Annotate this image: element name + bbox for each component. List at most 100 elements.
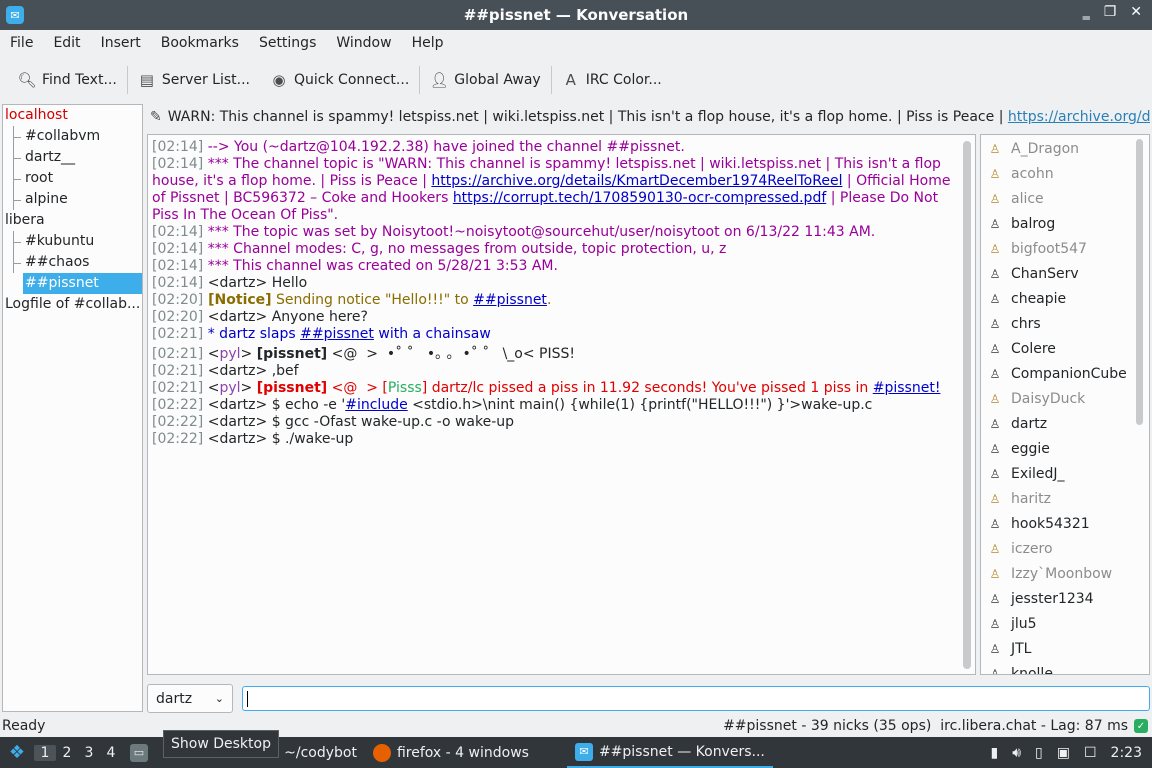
nick-pyl[interactable]: pyl — [219, 380, 240, 396]
tree-item-dartz[interactable]: dartz__ — [3, 147, 142, 168]
notice-text: Sending notice "Hello!!!" to — [271, 292, 474, 308]
channel-link[interactable]: ##pissnet — [473, 292, 547, 308]
notifications-icon[interactable]: ☐ — [1084, 745, 1097, 761]
tree-server-libera[interactable]: libera — [3, 210, 142, 231]
show-desktop-icon: ▭ — [130, 743, 148, 762]
tree-item-chaos[interactable]: ##chaos — [3, 252, 142, 273]
nick-list-item[interactable]: ♙ jesster1234 — [981, 587, 1149, 612]
nick-list-item[interactable]: ♙ CompanionCube — [981, 362, 1149, 387]
nick-list-item[interactable]: ♙ ChanServ — [981, 262, 1149, 287]
user-away-icon: ♙ — [989, 192, 1001, 206]
clipboard-icon[interactable]: ▮ — [990, 745, 998, 761]
nick-list-item[interactable]: ♙ chrs — [981, 312, 1149, 337]
menu-window[interactable]: Window — [326, 35, 401, 51]
menu-edit[interactable]: Edit — [43, 35, 90, 51]
nick-name: alice — [1011, 191, 1044, 207]
chat-scrollbar[interactable] — [963, 141, 971, 669]
nick-list-item[interactable]: ♙ A_Dragon — [981, 137, 1149, 162]
menu-settings[interactable]: Settings — [249, 35, 326, 51]
chat-link[interactable]: https://archive.org/details/KmartDecembe… — [431, 173, 842, 189]
menu-insert[interactable]: Insert — [91, 35, 151, 51]
timestamp: [02:22] — [152, 414, 204, 430]
nick-list-item[interactable]: ♙ hook54321 — [981, 512, 1149, 537]
tree-item-root[interactable]: root — [3, 168, 142, 189]
message-input[interactable] — [242, 686, 1150, 711]
volume-icon[interactable]: 🔊︎ — [1012, 745, 1021, 761]
text-color-icon: A — [565, 71, 576, 89]
nick-list-item[interactable]: ♙ alice — [981, 187, 1149, 212]
nick-list-item[interactable]: ♙ JTL — [981, 637, 1149, 662]
timestamp: [02:14] — [152, 258, 204, 274]
chat-link[interactable]: https://corrupt.tech/1708590130-ocr-comp… — [453, 190, 826, 206]
user-icon: ♙ — [989, 317, 1001, 331]
nick-list: ♙ A_Dragon ♙ acohn ♙ alice ♙ balrog ♙ bigfoot547 ♙… — [980, 134, 1150, 675]
find-text-button[interactable]: 🔍︎ Find Text... — [8, 65, 127, 95]
desktop-1[interactable]: 1 — [34, 744, 56, 761]
chat-line: [02:14] *** The channel topic is "WARN: … — [152, 156, 953, 224]
nick-list-item[interactable]: ♙ jlu5 — [981, 612, 1149, 637]
nick-list-item[interactable]: ♙ acohn — [981, 162, 1149, 187]
minimize-button[interactable]: ‗ — [1083, 4, 1090, 20]
nick-list-item[interactable]: ♙ bigfoot547 — [981, 237, 1149, 262]
magnifier-icon: 🔍︎ — [17, 71, 37, 89]
tree-item-kubuntu[interactable]: #kubuntu — [3, 231, 142, 252]
nickname-selector[interactable]: dartz ⌄ — [147, 684, 233, 713]
task-firefox[interactable]: firefox - 4 windows — [365, 737, 537, 768]
notice-tag: [Notice] — [203, 292, 272, 308]
nick-list-item[interactable]: ♙ balrog — [981, 212, 1149, 237]
task-konversation[interactable]: ✉ ##pissnet — Konvers... — [566, 737, 773, 768]
channel-link[interactable]: #pissnet! — [873, 380, 941, 396]
nick-list-item[interactable]: ♙ Colere — [981, 337, 1149, 362]
notes-icon[interactable]: ▯ — [1035, 745, 1043, 761]
tree-item-logfile[interactable]: Logfile of #collab... — [3, 294, 142, 315]
konversation-app-icon[interactable]: ✉ — [6, 6, 24, 24]
clock[interactable]: 2:23 — [1111, 745, 1142, 761]
nick-name: jesster1234 — [1011, 591, 1094, 607]
nick-list-item[interactable]: ♙ DaisyDuck — [981, 387, 1149, 412]
nick-name: Izzy`Moonbow — [1011, 566, 1113, 582]
desktop-4[interactable]: 4 — [100, 745, 122, 761]
action-verb-link[interactable]: slaps — [260, 326, 296, 342]
server-list-button[interactable]: ▤ Server List... — [128, 65, 260, 95]
chat-view[interactable]: [02:14] --> You (~dartz@104.192.2.38) ha… — [147, 134, 976, 675]
tree-item-alpine[interactable]: alpine — [3, 189, 142, 210]
application-launcher-icon[interactable]: ❖ — [6, 742, 28, 764]
menu-file[interactable]: File — [0, 35, 43, 51]
message-text: <dartz> Hello — [203, 275, 308, 291]
global-away-button[interactable]: 👤︎ Global Away — [420, 65, 550, 95]
nicklist-scrollbar[interactable] — [1136, 139, 1143, 425]
nick-list-item[interactable]: ♙ haritz — [981, 487, 1149, 512]
tree-item-collabvm[interactable]: #collabvm — [3, 126, 142, 147]
nick-list-item[interactable]: ♙ iczero — [981, 537, 1149, 562]
task-firefox-label: firefox - 4 windows — [396, 744, 529, 761]
maximize-button[interactable]: ❐ — [1104, 4, 1117, 20]
quick-connect-button[interactable]: ◉ Quick Connect... — [260, 65, 419, 95]
channel-link[interactable]: ##pissnet — [300, 326, 374, 342]
notice-end: . — [546, 292, 552, 308]
nick-list-item[interactable]: ♙ knolle — [981, 662, 1149, 674]
nick-list-item[interactable]: ♙ ExiledJ_ — [981, 462, 1149, 487]
nick-list-item[interactable]: ♙ eggie — [981, 437, 1149, 462]
nick-list-item[interactable]: ♙ dartz — [981, 412, 1149, 437]
nick-list-item[interactable]: ♙ cheapie — [981, 287, 1149, 312]
tree-item-pissnet[interactable]: ##pissnet — [23, 273, 142, 294]
irc-color-button[interactable]: A IRC Color... — [552, 65, 672, 95]
menu-bookmarks[interactable]: Bookmarks — [151, 35, 249, 51]
nick-pyl[interactable]: pyl — [219, 346, 240, 362]
user-away-icon: ♙ — [989, 567, 1001, 581]
desktop-3[interactable]: 3 — [78, 745, 100, 761]
menu-help[interactable]: Help — [402, 35, 454, 51]
close-button[interactable]: ✕ — [1130, 4, 1142, 20]
nick-name: dartz — [1011, 416, 1048, 432]
user-icon: ♙ — [989, 367, 1001, 381]
nick-list-item[interactable]: ♙ Izzy`Moonbow — [981, 562, 1149, 587]
channel-link[interactable]: #include — [345, 397, 407, 413]
network-icon[interactable]: ▣ — [1057, 745, 1070, 761]
message-text: <@ > •˚ ˚ •｡ ｡ •˚ ˚ \_o< PISS! — [327, 346, 576, 362]
tree-server-localhost[interactable]: localhost — [3, 105, 142, 126]
edit-topic-icon[interactable]: ✎ — [150, 109, 162, 125]
nick-name: cheapie — [1011, 291, 1067, 307]
show-desktop-button[interactable]: ▭ — [122, 737, 156, 768]
topic-link[interactable]: https://archive.org/det... — [1008, 109, 1150, 125]
desktop-2[interactable]: 2 — [56, 745, 78, 761]
